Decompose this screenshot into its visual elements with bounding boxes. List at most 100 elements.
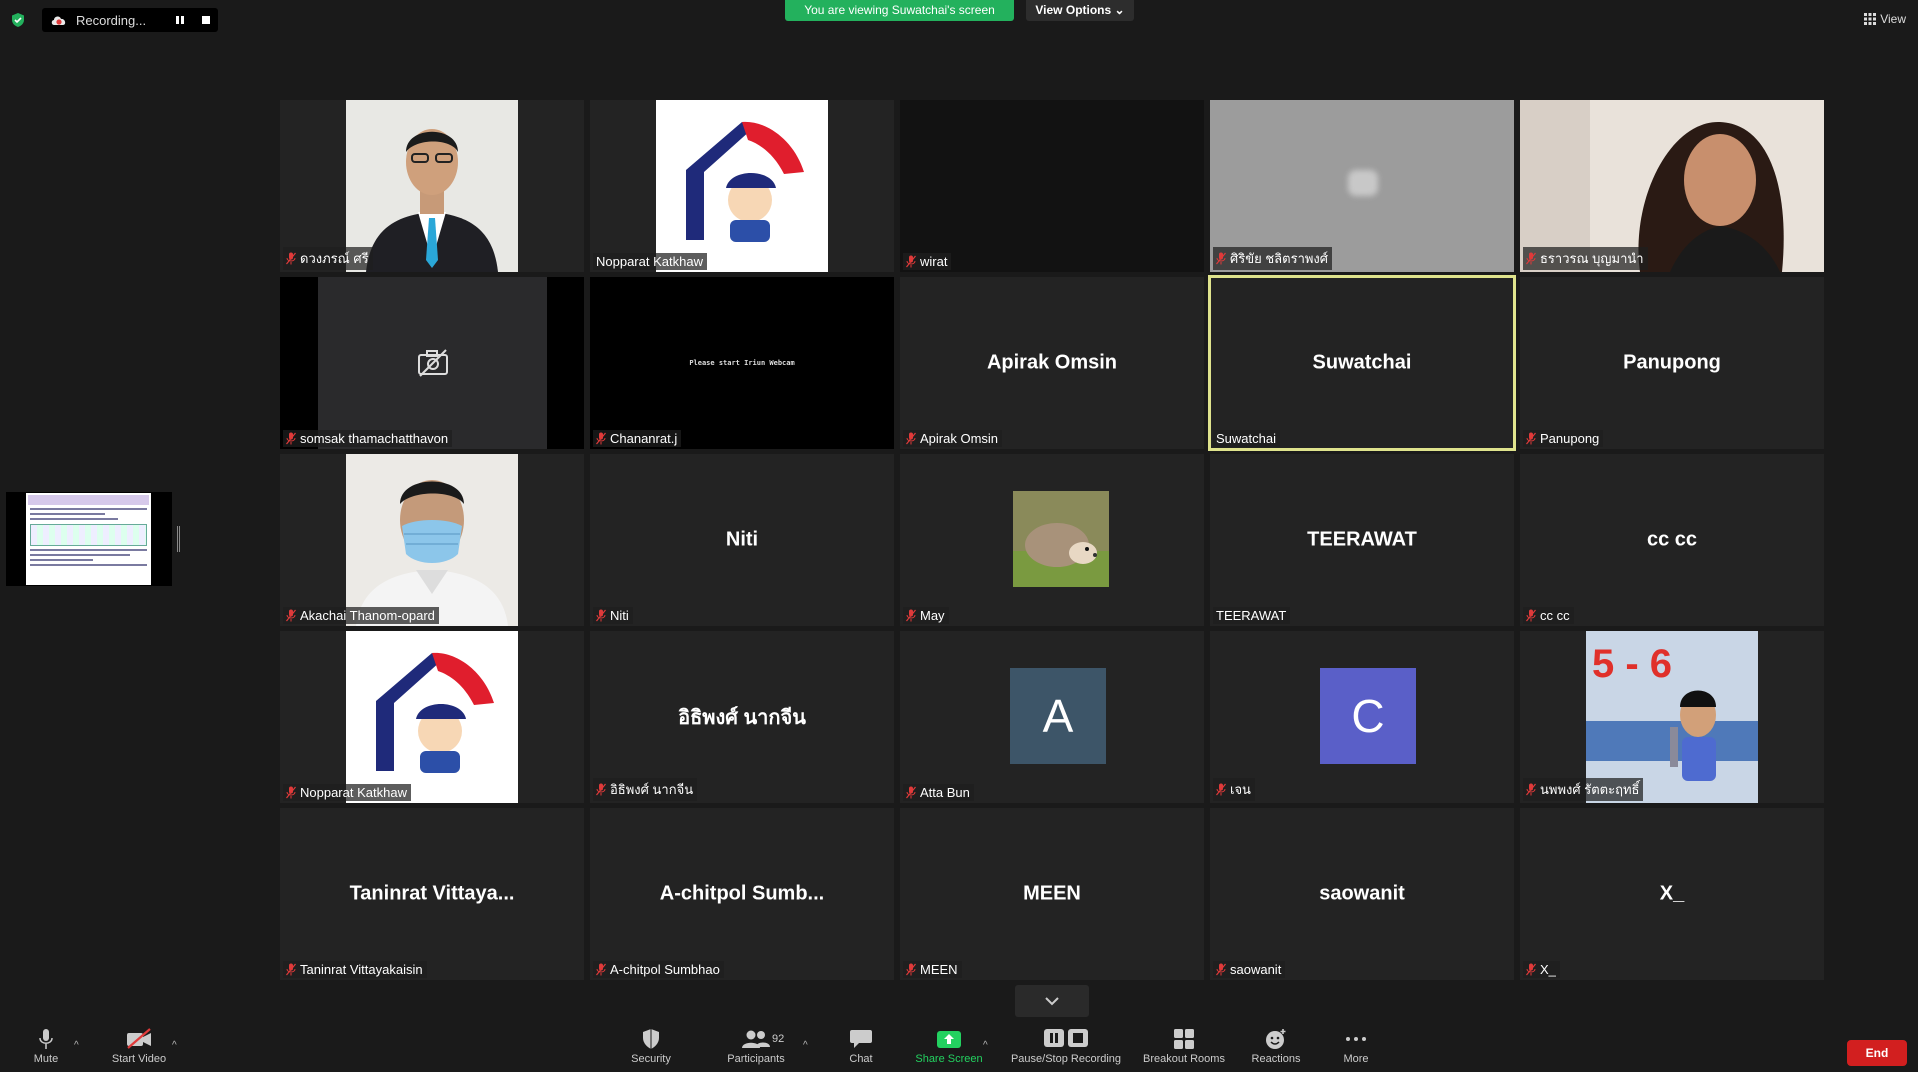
shared-document-preview <box>26 493 151 585</box>
participant-name-label: Nopparat Katkhaw <box>593 253 707 270</box>
participant-name-label: Niti <box>593 607 633 624</box>
participant-tile[interactable]: Suwatchai Suwatchai <box>1208 275 1516 451</box>
mic-off-icon <box>906 255 916 268</box>
participants-label: Participants <box>727 1053 785 1065</box>
participant-tile[interactable]: cc cc cc cc <box>1520 454 1824 626</box>
participant-name: May <box>920 608 945 623</box>
pause-stop-recording-button[interactable]: Pause/Stop Recording <box>1011 1022 1121 1072</box>
participant-name: Akachai Thanom-opard <box>300 608 435 623</box>
scroll-down-button[interactable] <box>1015 985 1089 1017</box>
view-button[interactable]: View <box>1864 12 1906 26</box>
cloud-recording-icon <box>51 16 66 25</box>
participant-name: Chananrat.j <box>610 431 678 446</box>
pause-recording-button[interactable] <box>172 12 188 28</box>
participant-tile[interactable]: Akachai Thanom-opard <box>280 454 584 626</box>
participant-name: ดวงภรณ์ ศรี <box>300 251 369 266</box>
participant-name: ศิริขัย ชลิตราพงศ์ <box>1230 251 1329 266</box>
participant-name: Panupong <box>1540 431 1600 446</box>
participant-name: X_ <box>1540 962 1556 977</box>
mic-off-icon <box>596 432 606 445</box>
more-button[interactable]: More <box>1301 1022 1411 1072</box>
mic-off-icon <box>1526 432 1536 445</box>
meeting-toolbar: Mute ^ Start Video ^ Security Participan… <box>0 1022 1918 1072</box>
participant-tile[interactable]: Taninrat Vittaya... Taninrat Vittayakaisi… <box>280 808 584 980</box>
mic-off-icon <box>1216 252 1226 265</box>
participant-tile[interactable]: Niti Niti <box>590 454 894 626</box>
viewing-screen-banner: You are viewing Suwatchai's screen <box>785 0 1014 21</box>
share-screen-icon <box>937 1031 961 1048</box>
participant-tile[interactable]: somsak thamachatthavon <box>280 277 584 449</box>
participant-name-label: May <box>903 607 949 624</box>
participant-tile[interactable]: ดวงภรณ์ ศรี <box>280 100 584 272</box>
participant-tile[interactable]: Please start Iriun Webcam Chananrat.j <box>590 277 894 449</box>
participant-tile[interactable]: Nopparat Katkhaw <box>280 631 584 803</box>
participant-name: Taninrat Vittayakaisin <box>300 962 423 977</box>
svg-text:5 - 6: 5 - 6 <box>1592 642 1672 686</box>
stop-recording-button[interactable] <box>198 12 214 28</box>
participants-button[interactable]: Participants <box>701 1022 811 1072</box>
security-shield-icon[interactable] <box>10 12 26 28</box>
participant-tile[interactable]: C เจน <box>1210 631 1514 803</box>
participant-name-label: ธราวรณ บุญมานำ <box>1523 247 1648 270</box>
participant-display-name: A-chitpol Sumb... <box>659 882 825 905</box>
energy4you-logo <box>656 100 828 272</box>
participant-tile[interactable]: saowanit saowanit <box>1210 808 1514 980</box>
participant-name-label: ศิริขัย ชลิตราพงศ์ <box>1213 247 1333 270</box>
mic-off-icon <box>906 786 916 799</box>
stop-icon <box>202 16 210 24</box>
participant-name-label: Suwatchai <box>1213 430 1280 447</box>
participant-tile[interactable]: ศิริขัย ชลิตราพงศ์ <box>1210 100 1514 272</box>
breakout-rooms-icon <box>1174 1029 1194 1049</box>
participant-name-label: somsak thamachatthavon <box>283 430 453 447</box>
participant-name: Nopparat Katkhaw <box>596 254 703 269</box>
participant-name-label: นพพงศ์ รัตตะฤทธิ์ <box>1523 778 1644 801</box>
end-meeting-button[interactable]: End <box>1847 1040 1907 1066</box>
participant-tile[interactable]: ธราวรณ บุญมานำ <box>1520 100 1824 272</box>
participant-tile[interactable]: Apirak Omsin Apirak Omsin <box>900 277 1204 449</box>
share-options-caret-icon[interactable]: ^ <box>983 1040 988 1051</box>
participant-name: Nopparat Katkhaw <box>300 785 407 800</box>
breakout-rooms-label: Breakout Rooms <box>1143 1053 1225 1065</box>
pause-stop-icon <box>1044 1029 1088 1047</box>
participant-tile[interactable]: Nopparat Katkhaw <box>590 100 894 272</box>
mic-off-icon <box>1526 963 1536 976</box>
participant-tile[interactable]: Panupong Panupong <box>1520 277 1824 449</box>
participant-tile[interactable]: TEERAWAT TEERAWAT <box>1210 454 1514 626</box>
participant-tile[interactable]: MEEN MEEN <box>900 808 1204 980</box>
participant-name: ธราวรณ บุญมานำ <box>1540 251 1644 266</box>
participant-tile[interactable]: อิธิพงศ์ นากจีน อิธิพงศ์ นากจีน <box>590 631 894 803</box>
mic-off-icon <box>286 963 296 976</box>
participant-tile[interactable]: May <box>900 454 1204 626</box>
mic-off-icon <box>596 609 606 622</box>
start-video-button[interactable]: Start Video <box>84 1022 194 1072</box>
panel-resize-handle[interactable] <box>177 526 180 552</box>
participant-tile[interactable]: A Atta Bun <box>900 631 1204 803</box>
participant-name-label: wirat <box>903 253 952 270</box>
participant-name: saowanit <box>1230 962 1282 977</box>
participant-tile[interactable]: wirat <box>900 100 1204 272</box>
shared-screen-thumbnail[interactable] <box>6 492 172 586</box>
view-options-button[interactable]: View Options ⌄ <box>1026 0 1134 21</box>
participant-name: somsak thamachatthavon <box>300 431 449 446</box>
participant-name-label: ดวงภรณ์ ศรี <box>283 247 373 270</box>
participant-name-label: อิธิพงศ์ นากจีน <box>593 778 698 801</box>
mic-off-icon <box>1216 963 1226 976</box>
energy4you-logo <box>346 631 518 803</box>
participant-name: Apirak Omsin <box>920 431 999 446</box>
avatar-letter: A <box>1010 668 1106 764</box>
hedgehog-avatar-image <box>1013 491 1109 587</box>
video-options-caret-icon[interactable]: ^ <box>172 1040 177 1051</box>
participant-tile[interactable]: X_ X_ <box>1520 808 1824 980</box>
microphone-icon <box>39 1029 53 1049</box>
participant-tile[interactable]: A-chitpol Sumb... A-chitpol Sumbhao <box>590 808 894 980</box>
participant-name-label: MEEN <box>903 961 962 978</box>
recording-label: Recording... <box>76 12 147 28</box>
audio-options-caret-icon[interactable]: ^ <box>74 1040 79 1051</box>
chat-bubble-icon <box>850 1030 872 1048</box>
participant-name: wirat <box>920 254 948 269</box>
participant-tile[interactable]: 5 - 6 นพพงศ์ รัตตะฤทธิ์ <box>1520 631 1824 803</box>
mic-off-icon <box>906 432 916 445</box>
letterbox-left <box>280 277 318 449</box>
mute-label: Mute <box>33 1053 59 1065</box>
security-button[interactable]: Security <box>596 1022 706 1072</box>
